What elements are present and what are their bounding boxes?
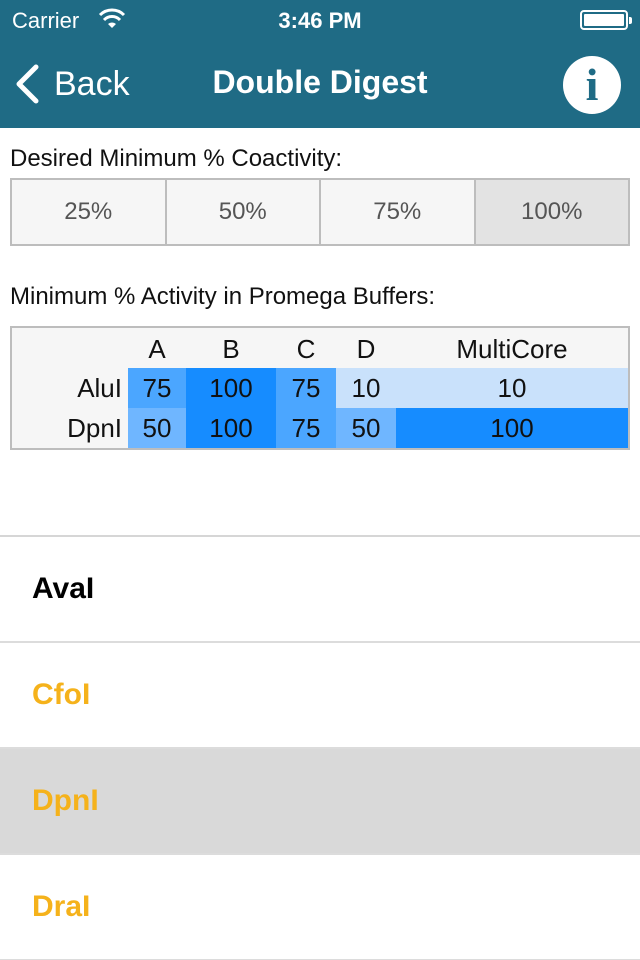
navigation-bar: Back Double Digest i: [0, 40, 640, 128]
activity-cell: 75: [128, 368, 186, 408]
activity-cell: 10: [336, 368, 396, 408]
activity-cell: 10: [396, 368, 628, 408]
row-label-alui: AluI: [77, 372, 122, 403]
battery-icon: [580, 10, 632, 30]
activity-cell: 100: [396, 408, 628, 448]
clock-time: 3:46 PM: [278, 8, 362, 33]
activity-cell: 50: [336, 408, 396, 448]
activity-cell: 75: [276, 408, 336, 448]
coactivity-option-100[interactable]: 100%: [475, 180, 628, 244]
coactivity-option-25[interactable]: 25%: [12, 180, 167, 244]
column-header-c: C: [296, 333, 316, 364]
coactivity-option-75[interactable]: 75%: [321, 180, 476, 244]
page-title: Double Digest: [212, 64, 428, 100]
status-bar: Carrier 3:46 PM: [0, 0, 640, 40]
activity-table: A B C D MultiCore AluI 75 100 75 10 10 D…: [10, 326, 630, 450]
coactivity-label: Desired Minimum % Coactivity:: [10, 145, 343, 172]
activity-cell: 100: [186, 368, 276, 408]
column-header-d: D: [356, 333, 376, 364]
enzyme-list: AvaI CfoI DpnI DraI: [0, 535, 640, 960]
list-item-dpni[interactable]: DpnI: [0, 749, 640, 855]
list-item-cfoi[interactable]: CfoI: [0, 643, 640, 749]
list-item-drai[interactable]: DraI: [0, 855, 640, 960]
activity-label: Minimum % Activity in Promega Buffers:: [10, 283, 436, 310]
column-header-multicore: MultiCore: [456, 333, 568, 364]
coactivity-segmented-control: 25% 50% 75% 100%: [10, 178, 630, 246]
activity-cell: 100: [186, 408, 276, 448]
info-icon[interactable]: i: [563, 56, 621, 114]
column-header-b: B: [222, 333, 240, 364]
activity-cell: 75: [276, 368, 336, 408]
list-item-aval[interactable]: AvaI: [0, 537, 640, 643]
column-header-a: A: [148, 333, 166, 364]
activity-cell: 50: [128, 408, 186, 448]
coactivity-option-50[interactable]: 50%: [167, 180, 321, 244]
top-bar: Carrier 3:46 PM Back Double Digest i: [0, 0, 640, 128]
row-label-dpni: DpnI: [67, 412, 122, 443]
